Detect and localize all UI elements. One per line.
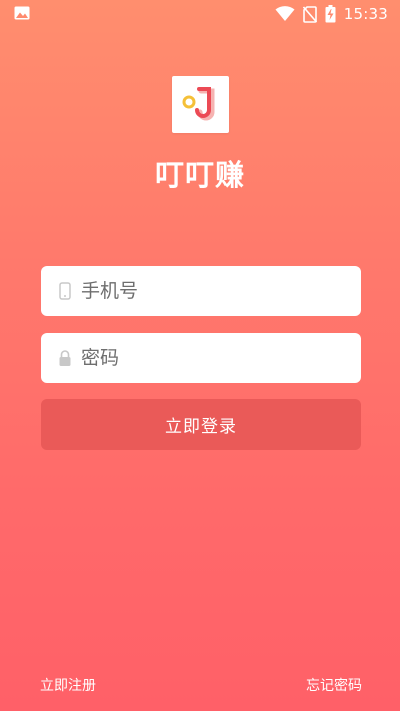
status-time: 15:33 bbox=[343, 5, 388, 23]
login-button[interactable]: 立即登录 bbox=[41, 399, 361, 450]
phone-icon bbox=[59, 282, 71, 300]
status-bar: 15:33 bbox=[0, 0, 400, 28]
status-icons: 15:33 bbox=[275, 4, 388, 24]
app-logo-icon bbox=[182, 87, 215, 121]
forgot-password-link[interactable]: 忘记密码 bbox=[306, 675, 362, 695]
password-input[interactable] bbox=[81, 333, 351, 383]
register-link[interactable]: 立即注册 bbox=[40, 675, 96, 695]
app-logo bbox=[172, 76, 229, 133]
image-notification-icon bbox=[14, 6, 30, 20]
lock-icon bbox=[59, 350, 71, 366]
app-name: 叮叮赚 bbox=[154, 158, 245, 192]
wifi-icon bbox=[275, 6, 295, 22]
phone-input[interactable] bbox=[81, 266, 351, 316]
password-field[interactable] bbox=[41, 333, 361, 383]
phone-field[interactable] bbox=[41, 266, 361, 316]
battery-charging-icon bbox=[325, 5, 336, 23]
no-sim-icon bbox=[302, 5, 317, 23]
